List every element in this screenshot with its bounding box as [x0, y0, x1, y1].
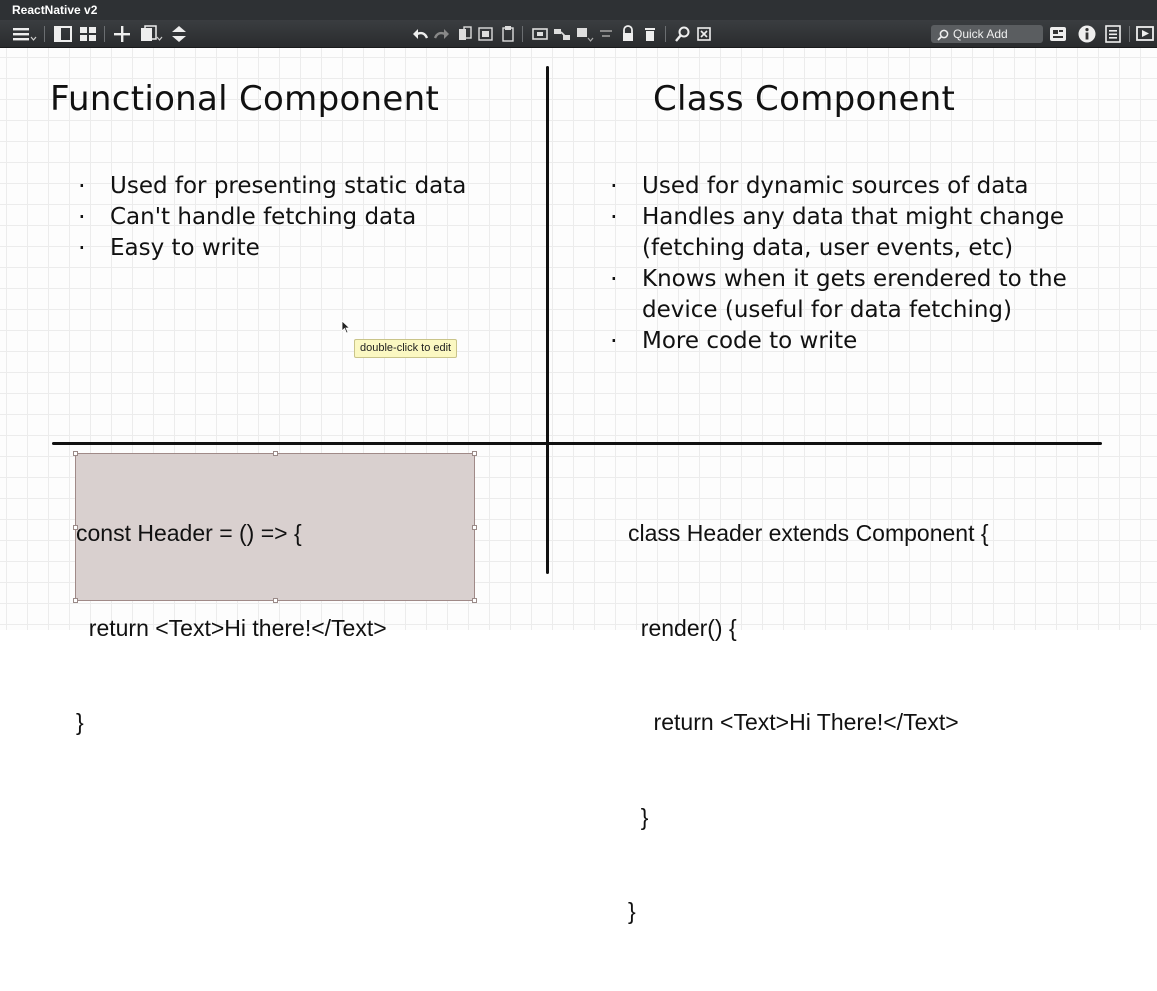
connect-icon[interactable] — [552, 24, 572, 44]
code-line: return <Text>Hi there!</Text> — [76, 614, 387, 641]
code-line: } — [628, 803, 649, 830]
undo-icon[interactable] — [410, 24, 430, 44]
toolbar-separator — [44, 26, 45, 42]
list-item: Used for presenting static data — [78, 171, 466, 202]
functional-component-heading[interactable]: Functional Component — [50, 79, 439, 119]
mouse-pointer-icon — [341, 319, 351, 338]
code-line: render() { — [628, 614, 737, 641]
functional-code-block[interactable]: const Header = () => { return <Text>Hi t… — [76, 455, 387, 802]
canvas[interactable]: Functional Component Class Component Use… — [0, 48, 1157, 924]
functional-bullet-list[interactable]: Used for presenting static data Can't ha… — [78, 171, 466, 264]
list-item: Easy to write — [78, 233, 466, 264]
list-item: Knows when it gets erendered to the devi… — [610, 264, 1067, 326]
redo-icon[interactable] — [432, 24, 452, 44]
class-component-heading[interactable]: Class Component — [653, 79, 955, 119]
toolbar-separator — [1129, 26, 1130, 42]
resize-handle[interactable] — [472, 451, 477, 456]
code-line: class Header extends Component { — [628, 520, 989, 546]
frame-icon[interactable] — [530, 24, 550, 44]
list-item: Can't handle fetching data — [78, 202, 466, 233]
resize-handle[interactable] — [472, 598, 477, 603]
paste-icon[interactable] — [477, 24, 495, 44]
code-line: return <Text>Hi There!</Text> — [628, 709, 959, 735]
toolbar-separator — [665, 26, 666, 42]
note-icon[interactable] — [1048, 24, 1068, 44]
code-line: const Header = () => { — [76, 520, 302, 546]
resize-handle[interactable] — [472, 525, 477, 530]
class-code-block[interactable]: class Header extends Component { render(… — [628, 455, 989, 991]
single-view-icon[interactable] — [52, 24, 74, 44]
align-icon[interactable] — [596, 24, 616, 44]
list-icon[interactable] — [1103, 24, 1123, 44]
menu-icon[interactable] — [10, 24, 38, 44]
list-item: Used for dynamic sources of data — [610, 171, 1067, 202]
toolbar-separator — [522, 26, 523, 42]
present-icon[interactable] — [1134, 24, 1156, 44]
class-bullet-list[interactable]: Used for dynamic sources of data Handles… — [610, 171, 1067, 357]
delete-icon[interactable] — [641, 24, 659, 44]
window-title: ReactNative v2 — [0, 0, 1157, 20]
quick-add-label: Quick Add — [953, 27, 1008, 41]
toolbar: Quick Add — [0, 20, 1157, 48]
add-icon[interactable] — [111, 24, 133, 44]
quick-add-field[interactable]: Quick Add — [931, 25, 1043, 43]
horizontal-divider[interactable] — [52, 442, 1102, 445]
close-box-icon[interactable] — [695, 24, 713, 44]
toolbar-separator — [104, 26, 105, 42]
code-line: } — [628, 898, 636, 924]
info-icon[interactable] — [1076, 24, 1098, 44]
grid-view-icon[interactable] — [77, 24, 99, 44]
clipboard-icon[interactable] — [499, 24, 517, 44]
list-item: More code to write — [610, 326, 1067, 357]
shadow-icon[interactable] — [574, 24, 594, 44]
duplicate-icon[interactable] — [138, 24, 164, 44]
arrange-icon[interactable] — [168, 24, 190, 44]
code-line: } — [76, 709, 84, 735]
tooltip: double-click to edit — [354, 339, 458, 358]
list-item: Handles any data that might change (fetc… — [610, 202, 1067, 264]
lock-icon[interactable] — [619, 24, 637, 44]
vertical-divider[interactable] — [546, 66, 549, 574]
copy-icon[interactable] — [456, 24, 474, 44]
search-icon[interactable] — [673, 24, 693, 44]
search-icon — [936, 28, 950, 46]
